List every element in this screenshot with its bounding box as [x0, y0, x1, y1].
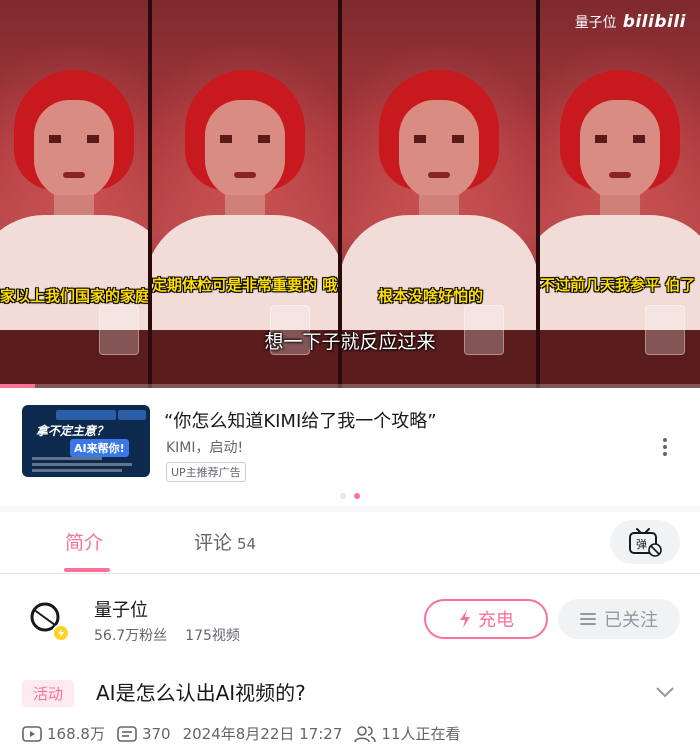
danmaku-toggle-button[interactable]: 弹 [610, 520, 680, 564]
video-player[interactable]: 家以上我们国家的家庭 定期体检可是非常重要的 哦 根本没啥好怕的 不过前几天我参… [0, 0, 700, 388]
tab-intro-label: 简介 [65, 532, 104, 554]
carousel-dot-active[interactable] [354, 493, 360, 499]
panel-subtitle: 不过前几天我参平 伯了 [540, 276, 696, 294]
charge-label: 充电 [478, 610, 514, 631]
video-title: AI是怎么认出AI视频的? [96, 681, 306, 705]
tab-indicator [64, 568, 110, 572]
ad-label: UP主推荐广告 [166, 462, 246, 482]
menu-lines-icon [580, 613, 596, 625]
panel-subtitle: 定期体检可是非常重要的 哦 [152, 276, 338, 294]
follow-label: 已关注 [604, 610, 658, 631]
play-count-icon [22, 725, 42, 742]
uploader-stats: 56.7万粉丝 175视频 [94, 625, 240, 645]
danmaku-count-icon [117, 725, 137, 742]
fans-count: 56.7万粉丝 [94, 628, 168, 644]
carousel-dots [0, 493, 700, 499]
view-stat: 168.8万 [22, 723, 105, 744]
video-stats: 168.8万 370 2024年8月22日 17:27 11人正在看 [22, 723, 473, 744]
avatar-logo-icon [30, 602, 70, 642]
more-vertical-icon[interactable] [660, 438, 670, 458]
chevron-down-icon[interactable] [655, 684, 675, 698]
avatar[interactable] [28, 599, 70, 642]
ad-thumbnail[interactable]: 拿不定主意？ AI来帮你! [22, 405, 150, 477]
publish-date: 2024年8月22日 17:27 [183, 723, 343, 744]
watching-stat: 11人正在看 [354, 723, 461, 744]
lightning-icon [460, 610, 470, 628]
tab-comments[interactable]: 评论 54 [194, 528, 256, 555]
tab-intro[interactable]: 简介 [65, 528, 103, 555]
ad-thumb-answer: AI来帮你! [70, 439, 129, 457]
uploader-row: 量子位 56.7万粉丝 175视频 充电 已关注 [0, 575, 700, 663]
ad-title[interactable]: “你怎么知道KIMI给了我一个攻略” [164, 407, 437, 433]
charge-button[interactable]: 充电 [424, 599, 548, 639]
people-icon [354, 725, 377, 742]
panel-subtitle: 根本没啥好怕的 [378, 287, 484, 305]
ad-thumb-headline: 拿不定主意？ [36, 424, 109, 438]
ad-card[interactable]: 拿不定主意？ AI来帮你! “你怎么知道KIMI给了我一个攻略” KIMI，启动… [0, 388, 700, 506]
video-count: 175视频 [185, 628, 240, 644]
danmaku-toggle-icon: 弹 [629, 528, 662, 557]
ad-subtitle: KIMI，启动! [166, 440, 244, 456]
watermark-name: 量子位 [574, 15, 617, 31]
watching-count: 11人正在看 [381, 725, 461, 743]
tab-bar: 简介 评论 54 弹 [0, 512, 700, 574]
publish-date-text: 2024年8月22日 17:27 [182, 725, 343, 743]
danmaku-stat: 370 [117, 725, 171, 743]
follow-button[interactable]: 已关注 [558, 599, 680, 639]
danmaku-count: 370 [141, 724, 171, 743]
uploader-name[interactable]: 量子位 [94, 596, 148, 622]
activity-tag[interactable]: 活动 [22, 680, 75, 707]
view-count: 168.8万 [47, 725, 105, 743]
comments-count: 54 [237, 535, 257, 553]
tab-comments-label: 评论 [194, 532, 233, 554]
main-subtitle: 想一下子就反应过来 [264, 331, 436, 353]
panel-subtitle: 家以上我们国家的家庭 [0, 287, 148, 305]
watermark: 量子位 bilibili [575, 12, 686, 32]
bilibili-logo: bilibili [622, 12, 686, 32]
svg-text:弹: 弹 [636, 537, 647, 551]
carousel-dot[interactable] [340, 493, 346, 499]
